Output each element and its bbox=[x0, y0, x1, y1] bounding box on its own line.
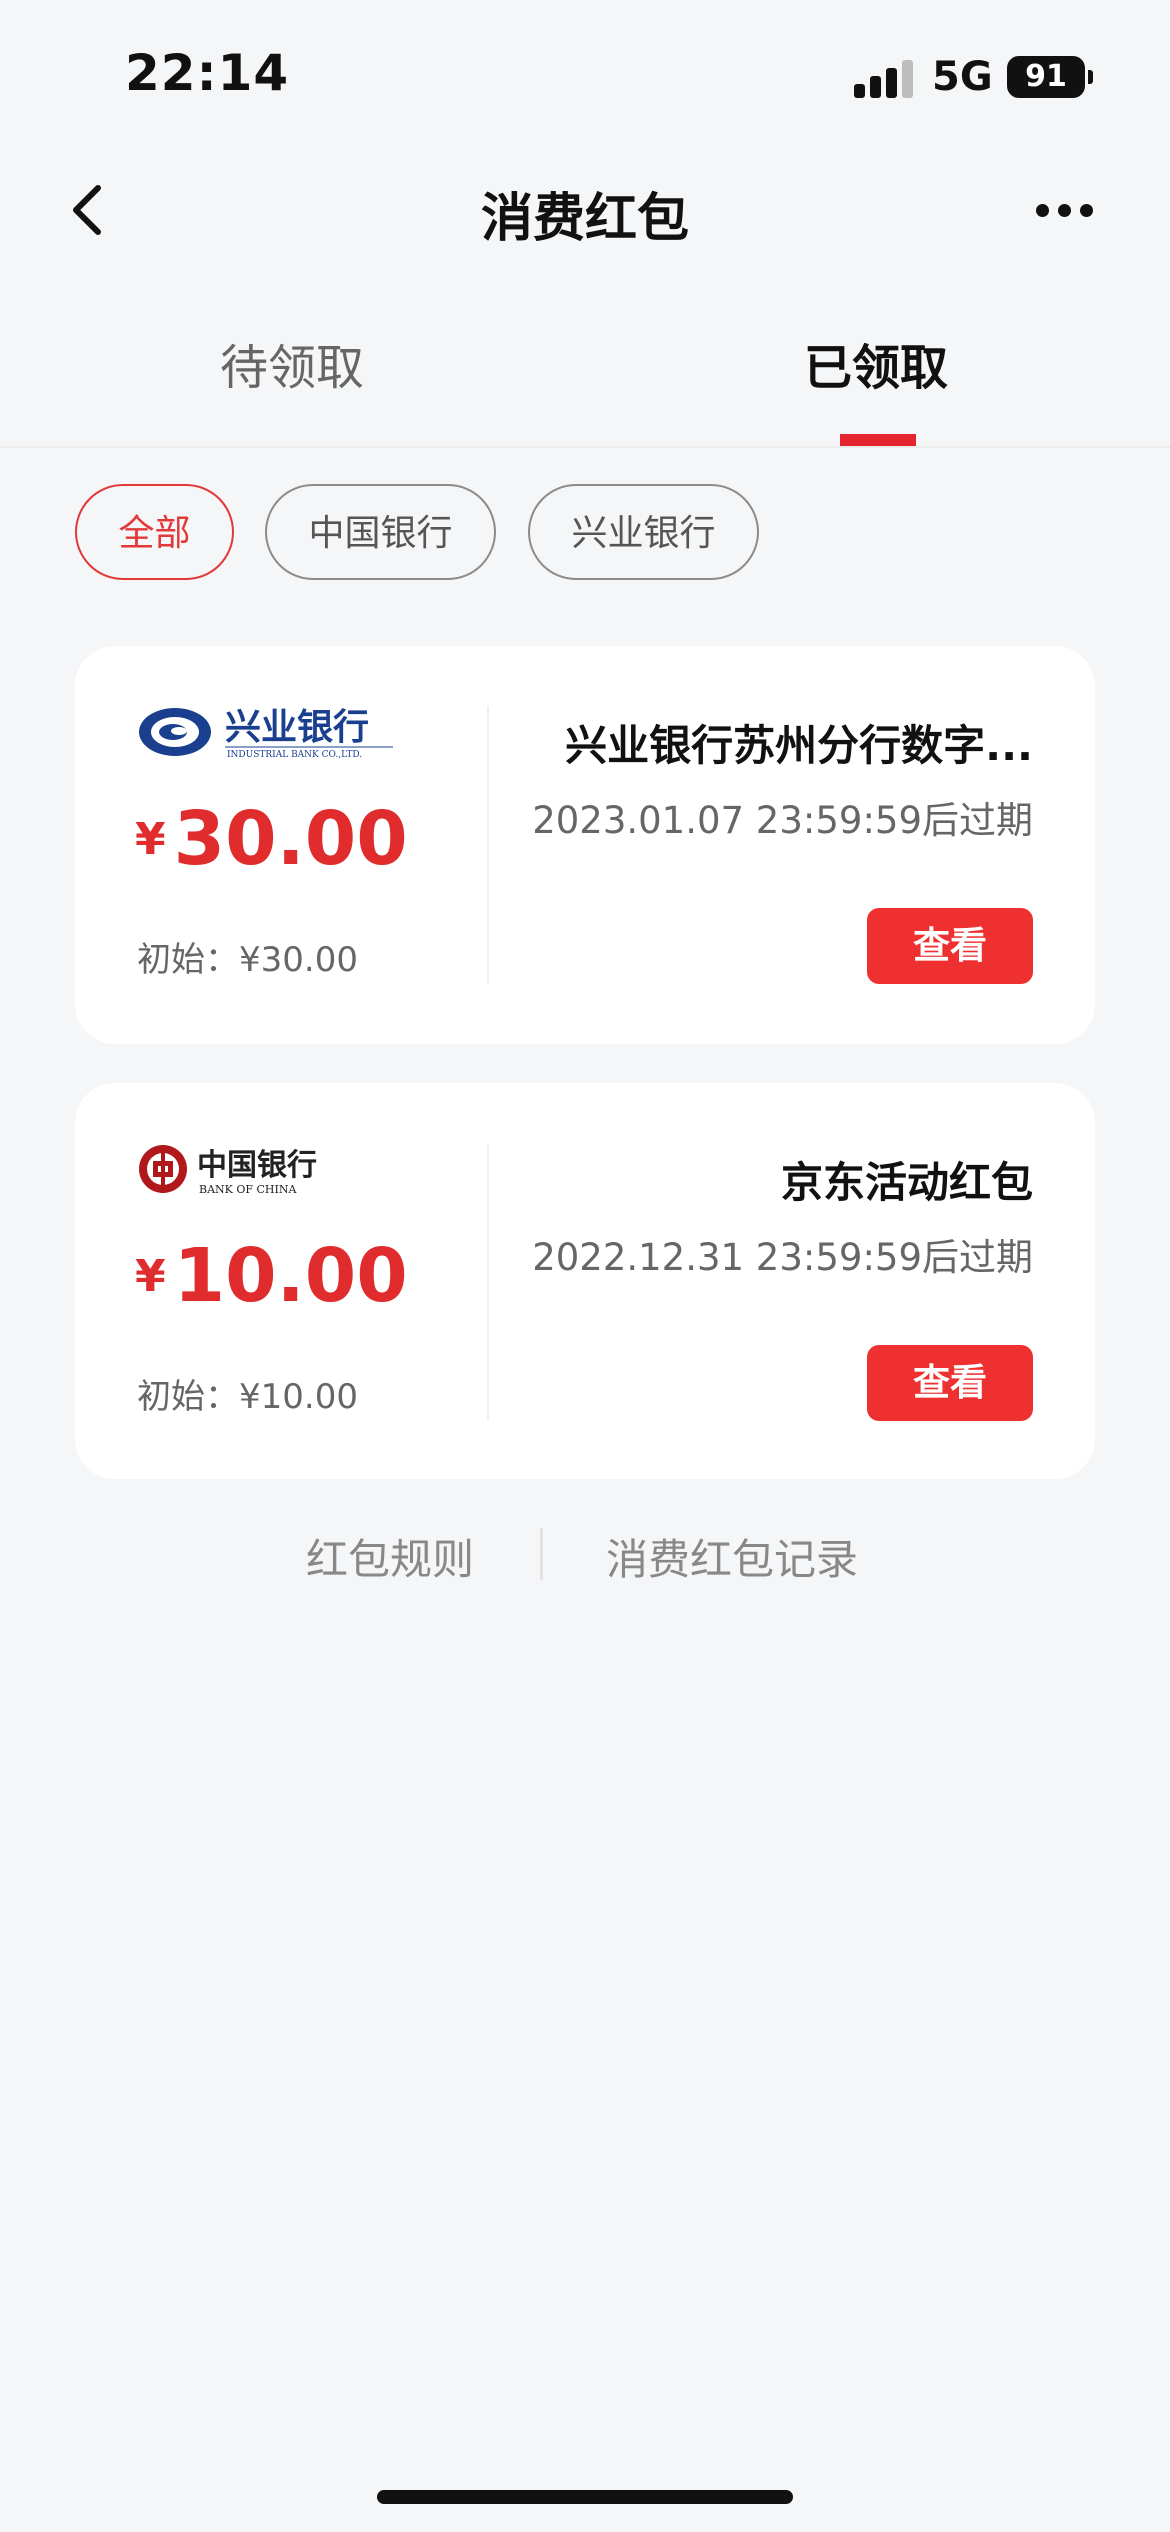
more-icon[interactable] bbox=[1030, 190, 1100, 230]
view-button[interactable]: 查看 bbox=[867, 1345, 1033, 1421]
status-bar: 22:14 5G 91 bbox=[0, 0, 1170, 150]
red-packet-card: 中国银行 BANK OF CHINA ¥10.00 初始：¥10.00 京东活动… bbox=[75, 1083, 1095, 1479]
tab-bar: 待领取 已领取 bbox=[0, 300, 1170, 448]
network-label: 5G bbox=[932, 54, 993, 100]
footer-links: 红包规则 消费红包记录 bbox=[0, 1526, 1170, 1586]
initial-amount: 初始：¥30.00 bbox=[137, 940, 358, 980]
filter-chip-all[interactable]: 全部 bbox=[75, 484, 234, 580]
cib-logo: 兴业银行 INDUSTRIAL BANK CO.,LTD. bbox=[137, 704, 397, 768]
tab-claimed[interactable]: 已领取 bbox=[676, 328, 1076, 398]
packet-amount: ¥10.00 bbox=[135, 1233, 408, 1319]
packet-amount: ¥30.00 bbox=[135, 796, 408, 882]
packet-expiry: 2023.01.07 23:59:59后过期 bbox=[532, 799, 1033, 842]
card-divider bbox=[487, 706, 489, 984]
initial-amount: 初始：¥10.00 bbox=[137, 1377, 358, 1417]
boc-logo-text: 中国银行 bbox=[197, 1148, 317, 1183]
filter-bar: 全部 中国银行 兴业银行 bbox=[0, 484, 1170, 584]
currency-symbol: ¥ bbox=[135, 813, 166, 865]
red-packet-card: 兴业银行 INDUSTRIAL BANK CO.,LTD. ¥30.00 初始：… bbox=[75, 646, 1095, 1044]
cib-logo-text: 兴业银行 bbox=[225, 706, 369, 748]
boc-logo-subtext: BANK OF CHINA bbox=[199, 1183, 297, 1196]
page-title: 消费红包 bbox=[480, 189, 689, 249]
signal-icon bbox=[854, 58, 916, 98]
tab-active-indicator bbox=[840, 434, 916, 446]
nav-bar: 消费红包 bbox=[0, 160, 1170, 260]
currency-symbol: ¥ bbox=[135, 1250, 166, 1302]
status-time: 22:14 bbox=[125, 44, 290, 102]
records-link[interactable]: 消费红包记录 bbox=[606, 1526, 858, 1587]
packet-expiry: 2022.12.31 23:59:59后过期 bbox=[532, 1236, 1033, 1279]
packet-title: 京东活动红包 bbox=[780, 1158, 1033, 1207]
tab-pending[interactable]: 待领取 bbox=[92, 328, 492, 398]
packet-title: 兴业银行苏州分行数字... bbox=[565, 721, 1033, 770]
card-divider bbox=[487, 1143, 489, 1421]
cib-logo-subtext: INDUSTRIAL BANK CO.,LTD. bbox=[227, 750, 362, 760]
view-button[interactable]: 查看 bbox=[867, 908, 1033, 984]
home-indicator bbox=[377, 2490, 793, 2504]
battery-tip bbox=[1088, 70, 1093, 84]
footer-separator bbox=[540, 1528, 543, 1580]
battery-icon: 91 bbox=[1007, 56, 1085, 98]
rules-link[interactable]: 红包规则 bbox=[306, 1526, 474, 1587]
amount-value: 10.00 bbox=[173, 1233, 408, 1319]
amount-value: 30.00 bbox=[173, 796, 408, 882]
filter-chip-cib[interactable]: 兴业银行 bbox=[528, 484, 759, 580]
boc-logo: 中国银行 BANK OF CHINA bbox=[137, 1141, 337, 1205]
filter-chip-boc[interactable]: 中国银行 bbox=[265, 484, 496, 580]
